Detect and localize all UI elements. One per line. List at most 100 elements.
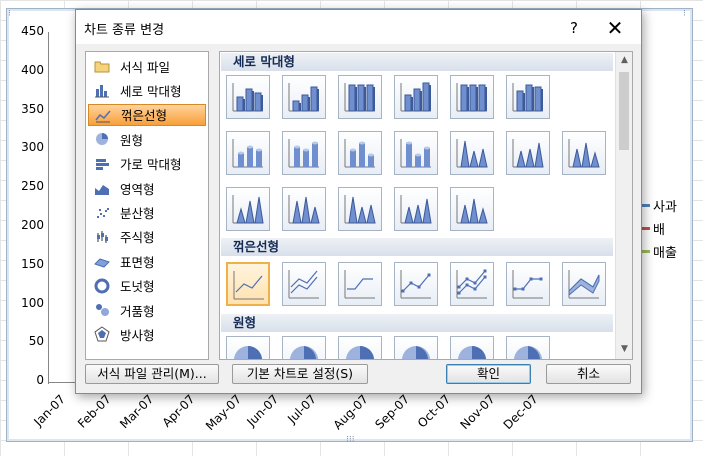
line-subtype-thumb[interactable] bbox=[282, 262, 326, 306]
chart-type-item-pie-chart[interactable]: 원형 bbox=[88, 128, 206, 150]
bubble-chart-icon bbox=[94, 302, 110, 318]
column-subtype-thumb[interactable] bbox=[450, 75, 494, 119]
column-subtype-thumb[interactable] bbox=[282, 75, 326, 119]
chart-type-item-column-chart[interactable]: 세로 막대형 bbox=[88, 79, 206, 101]
scroll-down-arrow-icon[interactable]: ▼ bbox=[616, 341, 632, 358]
folder-icon bbox=[94, 58, 110, 74]
radar-chart-icon bbox=[94, 326, 110, 342]
line-chart-icon bbox=[95, 107, 111, 123]
chart-type-item-area-chart[interactable]: 영역형 bbox=[88, 177, 206, 199]
y-tick-label: 400 bbox=[21, 62, 44, 77]
column-subtype-thumb[interactable] bbox=[282, 187, 326, 231]
pie-subtype-thumb[interactable] bbox=[394, 336, 438, 359]
cancel-button[interactable]: 취소 bbox=[546, 364, 631, 384]
y-tick-label: 300 bbox=[21, 140, 44, 155]
close-button[interactable]: ✕ bbox=[598, 15, 632, 41]
column-subtype-thumb[interactable] bbox=[562, 131, 606, 175]
chart-type-item-doughnut-chart[interactable]: 도넛형 bbox=[88, 275, 206, 297]
chart-resize-handle-tr[interactable]: ⁝ bbox=[683, 10, 691, 19]
legend-label: 사과 bbox=[653, 200, 677, 215]
y-tick-label: 100 bbox=[21, 295, 44, 310]
section-header-column: 세로 막대형 bbox=[221, 53, 613, 71]
column-subtype-thumb[interactable] bbox=[338, 187, 382, 231]
scatter-chart-icon bbox=[94, 204, 110, 220]
column-subtype-thumb[interactable] bbox=[394, 75, 438, 119]
chart-type-label: 꺾은선형 bbox=[121, 108, 168, 124]
legend-label: 매출 bbox=[653, 246, 677, 261]
y-tick-label: 450 bbox=[21, 24, 44, 38]
y-tick-label: 250 bbox=[21, 179, 44, 194]
gallery-scrollbar[interactable]: ▲ ▼ bbox=[615, 52, 632, 359]
scrollbar-thumb[interactable] bbox=[619, 72, 629, 150]
column-subtype-thumb[interactable] bbox=[450, 131, 494, 175]
doughnut-chart-icon bbox=[94, 278, 110, 294]
line-subtype-thumb[interactable] bbox=[338, 262, 382, 306]
chart-type-item-line-chart[interactable]: 꺾은선형 bbox=[88, 103, 206, 126]
stock-chart-icon bbox=[94, 229, 110, 245]
column-subtype-thumb[interactable] bbox=[338, 131, 382, 175]
legend-label: 배 bbox=[653, 223, 665, 238]
chart-type-item-radar-chart[interactable]: 방사형 bbox=[88, 323, 206, 345]
chart-type-label: 도넛형 bbox=[120, 279, 155, 295]
column-subtype-thumb[interactable] bbox=[394, 131, 438, 175]
y-tick-label: 150 bbox=[21, 256, 44, 271]
y-tick-label: 350 bbox=[21, 101, 44, 116]
line-subtype-thumb[interactable] bbox=[226, 262, 270, 306]
y-tick-label: 0 bbox=[36, 373, 44, 388]
column-subtype-thumb[interactable] bbox=[450, 187, 494, 231]
line-subtype-thumb[interactable] bbox=[450, 262, 494, 306]
dialog-titlebar[interactable]: 차트 종류 변경 ? ✕ bbox=[76, 10, 641, 44]
column-subtype-thumb[interactable] bbox=[226, 187, 270, 231]
column-subtype-thumb[interactable] bbox=[226, 131, 270, 175]
column-subtype-thumb[interactable] bbox=[506, 75, 550, 119]
dialog-title: 차트 종류 변경 bbox=[84, 23, 165, 38]
chart-type-label: 영역형 bbox=[120, 181, 155, 197]
column-subtype-thumb[interactable] bbox=[282, 131, 326, 175]
legend-entry[interactable]: 배 bbox=[638, 217, 677, 240]
set-default-chart-button[interactable]: 기본 차트로 설정(S) bbox=[232, 364, 368, 384]
section-header-pie: 원형 bbox=[221, 314, 613, 332]
line-subtype-thumb[interactable] bbox=[562, 262, 606, 306]
column-chart-icon bbox=[94, 82, 110, 98]
chart-type-label: 거품형 bbox=[120, 303, 155, 319]
section-header-line: 꺾은선형 bbox=[221, 238, 613, 256]
column-subtype-thumb[interactable] bbox=[338, 75, 382, 119]
bar-chart-icon bbox=[94, 156, 110, 172]
area-chart-icon bbox=[94, 180, 110, 196]
chart-resize-handle-bottom[interactable]: ⁝⁝⁝ bbox=[346, 436, 360, 445]
help-button[interactable]: ? bbox=[559, 17, 589, 39]
column-subtype-thumb[interactable] bbox=[226, 75, 270, 119]
chart-type-label: 서식 파일 bbox=[120, 59, 170, 75]
chart-type-item-surface-chart[interactable]: 표면형 bbox=[88, 250, 206, 272]
pie-subtype-thumb[interactable] bbox=[506, 336, 550, 359]
column-subtype-thumb[interactable] bbox=[394, 187, 438, 231]
line-subtype-thumb[interactable] bbox=[394, 262, 438, 306]
line-subtype-thumb[interactable] bbox=[506, 262, 550, 306]
pie-chart-icon bbox=[94, 131, 110, 147]
scroll-up-arrow-icon[interactable]: ▲ bbox=[616, 52, 632, 69]
chart-type-label: 원형 bbox=[120, 132, 144, 148]
ok-button[interactable]: 확인 bbox=[446, 364, 531, 384]
chart-type-label: 주식형 bbox=[120, 230, 155, 246]
legend-entry[interactable]: 사과 bbox=[638, 194, 677, 217]
chart-type-item-bar-chart[interactable]: 가로 막대형 bbox=[88, 153, 206, 175]
chart-resize-handle-tl[interactable]: ⁝ bbox=[8, 10, 16, 19]
y-tick-label: 50 bbox=[28, 334, 44, 349]
chart-type-item-stock-chart[interactable]: 주식형 bbox=[88, 226, 206, 248]
pie-subtype-thumb[interactable] bbox=[226, 336, 270, 359]
y-tick-label: 200 bbox=[21, 218, 44, 232]
chart-type-item-scatter-chart[interactable]: 분산형 bbox=[88, 201, 206, 223]
pie-subtype-thumb[interactable] bbox=[338, 336, 382, 359]
chart-type-list: 서식 파일세로 막대형꺾은선형원형가로 막대형영역형분산형주식형표면형도넛형거품… bbox=[85, 51, 209, 360]
chart-type-label: 방사형 bbox=[120, 327, 155, 343]
manage-templates-button[interactable]: 서식 파일 관리(M)... bbox=[85, 364, 219, 384]
surface-chart-icon bbox=[94, 253, 110, 269]
chart-legend[interactable]: 사과배매출 bbox=[638, 194, 677, 263]
legend-entry[interactable]: 매출 bbox=[638, 240, 677, 263]
chart-type-label: 표면형 bbox=[120, 254, 155, 270]
chart-type-item-folder[interactable]: 서식 파일 bbox=[88, 55, 206, 77]
pie-subtype-thumb[interactable] bbox=[282, 336, 326, 359]
chart-type-item-bubble-chart[interactable]: 거품형 bbox=[88, 299, 206, 321]
column-subtype-thumb[interactable] bbox=[506, 131, 550, 175]
pie-subtype-thumb[interactable] bbox=[450, 336, 494, 359]
